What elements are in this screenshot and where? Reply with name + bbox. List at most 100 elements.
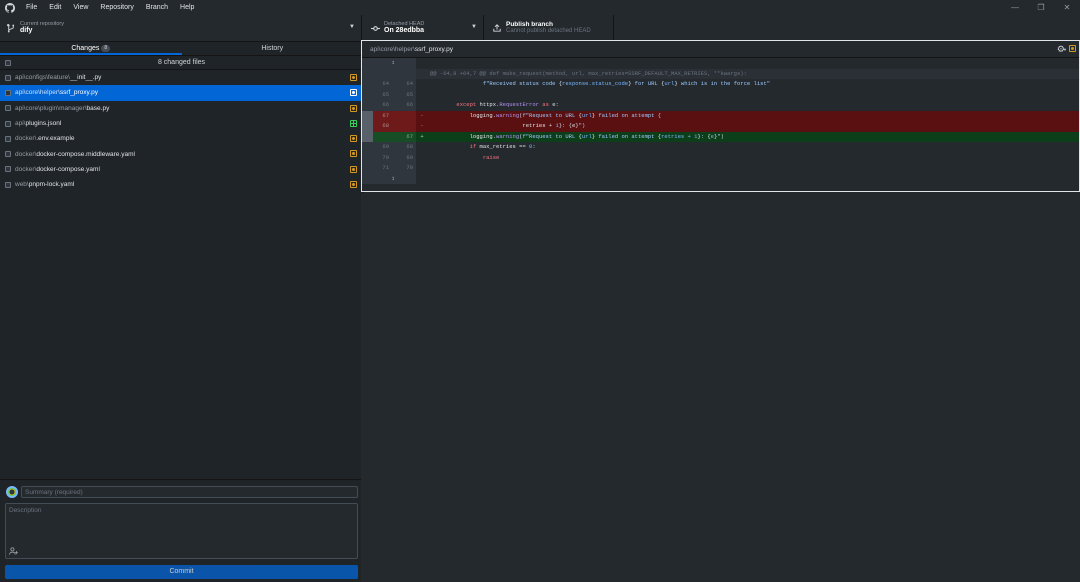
new-line-number bbox=[392, 110, 416, 121]
expand-up-icon[interactable]: ↥ bbox=[373, 58, 416, 69]
diff-code bbox=[428, 163, 1079, 174]
file-checkbox[interactable] bbox=[5, 105, 11, 112]
diff-code: except httpx.RequestError as e: bbox=[456, 101, 559, 108]
file-checkbox[interactable] bbox=[5, 120, 11, 127]
minimize-icon[interactable]: — bbox=[1002, 0, 1028, 15]
file-row[interactable]: docker\.env.example bbox=[0, 131, 363, 146]
file-dir: api\ bbox=[15, 120, 26, 128]
description-input[interactable] bbox=[6, 504, 357, 546]
diff-marker bbox=[416, 174, 428, 185]
file-path: api\plugins.jsonl bbox=[15, 120, 61, 127]
chevron-down-icon: ▼ bbox=[471, 24, 477, 30]
modified-status-icon bbox=[350, 150, 357, 158]
file-path: api\configs\feature\__init__.py bbox=[15, 74, 101, 81]
restore-icon[interactable]: ❐ bbox=[1028, 0, 1054, 15]
file-dir: docker\ bbox=[15, 165, 37, 173]
expand-down-icon[interactable]: ↧ bbox=[373, 173, 416, 184]
tab-changes[interactable]: Changes 8 bbox=[0, 42, 182, 55]
file-dir: api\core\helper\ bbox=[15, 89, 60, 97]
old-line-number: 66 bbox=[373, 100, 392, 111]
sidebar-tabs: Changes 8 History bbox=[0, 42, 363, 56]
close-icon[interactable]: ✕ bbox=[1054, 0, 1080, 15]
file-path: docker\.env.example bbox=[15, 135, 75, 142]
menu-edit[interactable]: Edit bbox=[43, 0, 67, 15]
menu-help[interactable]: Help bbox=[174, 0, 200, 15]
diff-code: f"Received status code {response.status_… bbox=[482, 80, 771, 87]
diff-body: ↥ @@ -64,8 +64,7 @@ def make_request(meth… bbox=[362, 58, 1079, 184]
file-name: .env.example bbox=[36, 135, 75, 143]
select-all-checkbox[interactable] bbox=[5, 60, 11, 66]
publish-label: Publish branch bbox=[506, 21, 553, 29]
file-row[interactable]: api\plugins.jsonl bbox=[0, 116, 363, 131]
old-line-number: 69 bbox=[373, 142, 392, 153]
file-row[interactable]: api\core\plugin\manager\base.py bbox=[0, 101, 363, 116]
file-path: api\core\helper\ssrf_proxy.py bbox=[15, 89, 98, 96]
file-checkbox[interactable] bbox=[5, 151, 11, 158]
window-controls: — ❐ ✕ bbox=[1002, 0, 1080, 15]
new-line-number: 67 bbox=[392, 131, 416, 142]
file-checkbox[interactable] bbox=[5, 89, 11, 96]
file-name: ssrf_proxy.py bbox=[59, 89, 98, 97]
diff-marker bbox=[416, 100, 428, 111]
tab-history-label: History bbox=[261, 45, 284, 52]
diff-code: if max_retries == 0: bbox=[469, 143, 536, 150]
file-path: api\core\plugin\manager\base.py bbox=[15, 105, 109, 112]
file-path: web\pnpm-lock.yaml bbox=[15, 181, 74, 188]
hunk-header: @@ -64,8 +64,7 @@ def make_request(metho… bbox=[430, 69, 747, 77]
diff-gutter bbox=[362, 58, 373, 69]
old-line-number: 70 bbox=[373, 152, 392, 163]
diff-marker: + bbox=[420, 132, 424, 140]
description-box bbox=[5, 503, 358, 559]
modified-status-icon bbox=[350, 135, 357, 143]
file-checkbox[interactable] bbox=[5, 135, 11, 142]
file-dir: docker\ bbox=[15, 135, 37, 143]
new-line-number: 66 bbox=[392, 100, 416, 111]
file-row[interactable]: web\pnpm-lock.yaml bbox=[0, 177, 363, 192]
branch-name: On 28edbba bbox=[384, 27, 425, 35]
diff-code: raise bbox=[482, 153, 500, 161]
diff-line: 66 66 except httpx.RequestError as e: bbox=[362, 100, 1079, 111]
menu-repository[interactable]: Repository bbox=[94, 0, 139, 15]
file-row[interactable]: api\configs\feature\__init__.py bbox=[0, 70, 363, 85]
file-checkbox[interactable] bbox=[5, 181, 11, 188]
file-checkbox[interactable] bbox=[5, 166, 11, 173]
publish-branch-button[interactable]: Publish branch Cannot publish detached H… bbox=[484, 15, 614, 41]
new-line-number bbox=[392, 121, 416, 132]
diff-line: @@ -64,8 +64,7 @@ def make_request(metho… bbox=[362, 68, 1079, 80]
tab-history[interactable]: History bbox=[182, 42, 364, 55]
file-row[interactable]: docker\docker-compose.yaml bbox=[0, 162, 363, 177]
current-branch-button[interactable]: Detached HEAD On 28edbba ▼ bbox=[362, 15, 484, 41]
diff-code bbox=[428, 58, 1079, 69]
modified-status-icon bbox=[350, 181, 357, 189]
diff-gutter bbox=[362, 131, 373, 142]
diff-code bbox=[428, 90, 1079, 101]
old-line-number: 68 bbox=[373, 121, 392, 132]
file-checkbox[interactable] bbox=[5, 74, 11, 81]
menu-view[interactable]: View bbox=[67, 0, 94, 15]
current-repository-button[interactable]: Current repository dify ▼ bbox=[0, 15, 362, 41]
menu-branch[interactable]: Branch bbox=[140, 0, 174, 15]
old-line-number: 65 bbox=[373, 89, 392, 100]
avatar bbox=[6, 486, 18, 498]
summary-input[interactable] bbox=[21, 486, 358, 498]
new-line-number: 68 bbox=[392, 142, 416, 153]
publish-subtitle: Cannot publish detached HEAD bbox=[506, 28, 591, 35]
new-line-number: 70 bbox=[392, 163, 416, 174]
menu-file[interactable]: File bbox=[20, 0, 43, 15]
commit-button[interactable]: Commit bbox=[5, 565, 358, 579]
diff-gutter bbox=[362, 110, 373, 121]
toolbar: Current repository dify ▼ Detached HEAD … bbox=[0, 15, 1080, 42]
diff-line: 68 - retries + 1}: {e}") bbox=[362, 121, 1079, 132]
file-name: docker-compose.yaml bbox=[36, 165, 100, 173]
diff-expand-row[interactable]: ↧ bbox=[362, 173, 1079, 185]
add-coauthor-icon[interactable] bbox=[9, 547, 19, 555]
tab-changes-label: Changes bbox=[71, 45, 100, 52]
file-row[interactable]: api\core\helper\ssrf_proxy.py bbox=[0, 85, 363, 101]
new-line-number: 69 bbox=[392, 152, 416, 163]
file-dir: docker\ bbox=[15, 150, 37, 158]
file-row[interactable]: docker\docker-compose.middleware.yaml bbox=[0, 146, 363, 161]
diff-gutter bbox=[362, 121, 373, 132]
diff-expand-row[interactable]: ↥ bbox=[362, 58, 1079, 69]
diff-line: 67 - logging.warning(f"Request to URL {ur… bbox=[362, 110, 1079, 121]
diff-code: @@ -64,8 +64,7 @@ def make_request(metho… bbox=[428, 69, 1079, 80]
